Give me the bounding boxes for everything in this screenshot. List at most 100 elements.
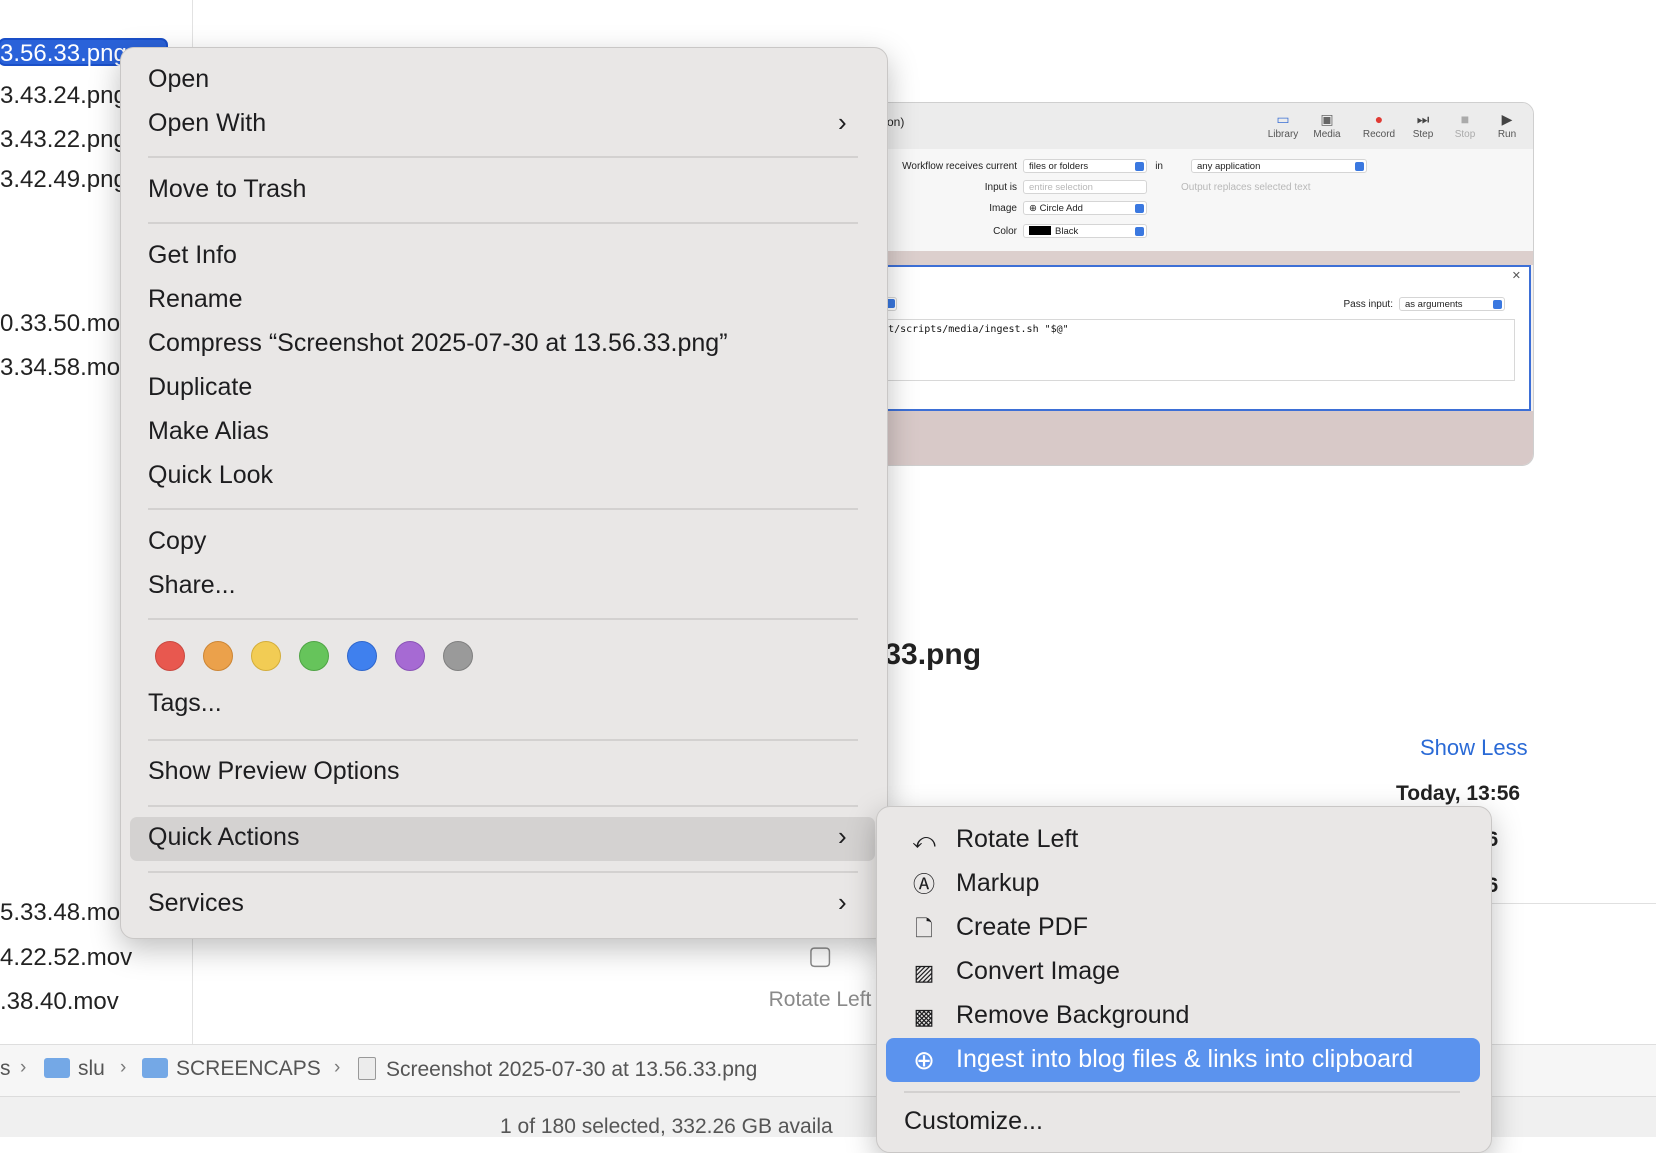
quick-action-convert-image[interactable]: Convert Image [956,957,1120,986]
close-icon: ✕ [1511,270,1521,282]
circle-add-icon: ⊕ [1029,203,1040,214]
workflow-canvas [857,411,1533,465]
file-icon [358,1057,376,1080]
menu-separator [148,156,858,158]
receives-label: Workflow receives current [902,161,1017,172]
script-code: u.net/scripts/media/ingest.sh "$@" [859,319,1515,381]
file-row[interactable]: .38.40.mov [0,984,119,1020]
record-button: ● Record [1359,109,1399,140]
quick-action-ingest[interactable]: Ingest into blog files & links into clip… [956,1045,1413,1074]
menu-item-duplicate[interactable]: Duplicate [148,373,252,402]
tag-green[interactable] [299,641,329,671]
rotate-left-icon: ▢ [807,940,833,970]
application-select: any application [1191,159,1367,173]
remove-background-icon: ▩ [913,1004,935,1029]
preview-thumbnail: on) ▭ Library ▣ Media ● Record ⏭ Step ■ Stop … [856,102,1534,466]
menu-item-get-info[interactable]: Get Info [148,241,237,270]
menu-separator [148,739,858,741]
library-icon: ▭ [1276,111,1290,127]
markup-icon: Ⓐ [912,872,935,897]
menu-item-quick-actions[interactable]: Quick Actions [148,823,299,852]
menu-item-make-alias[interactable]: Make Alias [148,417,269,446]
preview-file-name: .33.png [876,638,982,671]
menu-separator [148,222,858,224]
tag-orange[interactable] [203,641,233,671]
meta-created: Today, 13:56 [1396,782,1521,805]
step-button: ⏭ Step [1403,109,1443,140]
image-label: Image [989,203,1017,214]
menu-item-move-to-trash[interactable]: Move to Trash [148,175,306,204]
input-select: entire selection [1023,180,1147,194]
menu-separator [148,618,858,620]
show-less-link[interactable]: Show Less [1420,735,1528,761]
menu-item-services[interactable]: Services [148,889,244,918]
tag-red[interactable] [155,641,185,671]
menu-item-share[interactable]: Share... [148,571,236,600]
menu-item-rename[interactable]: Rename [148,285,243,314]
select-arrow-icon [1135,162,1144,171]
file-row[interactable]: 3.43.24.png [0,78,127,114]
quick-action-customize[interactable]: Customize... [904,1107,1043,1136]
menu-item-quick-look[interactable]: Quick Look [148,461,273,490]
menu-item-tags[interactable]: Tags... [148,689,222,718]
quick-action-remove-background[interactable]: Remove Background [956,1001,1189,1030]
menu-separator [904,1091,1460,1093]
divider-band [857,251,1533,265]
record-icon: ● [1374,111,1384,127]
menu-item-open-with[interactable]: Open With [148,109,266,138]
tag-blue[interactable] [347,641,377,671]
folder-icon [142,1058,168,1078]
output-replaces-label: Output replaces selected text [1181,182,1311,193]
step-icon: ⏭ [1416,111,1430,127]
rotate-left-button[interactable]: ▢ Rotate Left [760,938,880,1012]
tag-purple[interactable] [395,641,425,671]
select-arrow-icon [1135,204,1144,213]
select-arrow-icon [1493,300,1502,309]
media-icon: ▣ [1320,111,1334,127]
menu-item-show-preview-options[interactable]: Show Preview Options [148,757,400,786]
quick-action-rotate-left[interactable]: Rotate Left [956,825,1078,854]
run-icon: ▶ [1501,111,1513,127]
stop-button: ■ Stop [1445,109,1485,140]
pass-input-select: as arguments [1399,297,1505,311]
chevron-right-icon: › [20,1057,27,1078]
menu-item-open[interactable]: Open [148,65,209,94]
file-row[interactable]: 3.34.58.mov [0,350,132,386]
automator-toolbar: on) ▭ Library ▣ Media ● Record ⏭ Step ■ Stop … [857,103,1533,150]
in-label: in [1155,161,1163,172]
color-label: Color [993,226,1017,237]
menu-item-copy[interactable]: Copy [148,527,206,556]
plus-circle-icon: ⊕ [913,1045,935,1075]
divider [1468,903,1656,904]
chevron-right-icon: › [838,107,847,137]
stop-icon: ■ [1460,111,1470,127]
status-text: 1 of 180 selected, 332.26 GB availa [500,1115,833,1138]
file-row[interactable]: 0.33.50.mov [0,306,132,342]
file-row[interactable]: 3.42.49.png [0,162,127,198]
menu-item-compress[interactable]: Compress “Screenshot 2025-07-30 at 13.56… [148,329,728,358]
tag-gray[interactable] [443,641,473,671]
path-crumb-file[interactable]: Screenshot 2025-07-30 at 13.56.33.png [358,1057,757,1082]
quick-action-create-pdf[interactable]: Create PDF [956,913,1088,942]
chevron-right-icon: › [838,821,847,851]
file-row[interactable]: 5.33.48.mov [0,895,132,931]
file-row[interactable]: 4.22.52.mov [0,940,132,976]
file-row[interactable]: 3.43.22.png [0,122,127,158]
path-crumb[interactable]: s [0,1057,11,1081]
receives-select: files or folders [1023,159,1147,173]
pass-input-label: Pass input: [1343,299,1393,310]
rotate-left-icon: ⤺ [912,828,936,853]
path-crumb-home[interactable]: slu [44,1057,105,1081]
quick-action-markup[interactable]: Markup [956,869,1039,898]
library-button: ▭ Library [1263,109,1303,140]
menu-separator [148,805,858,807]
image-select: ⊕ Circle Add [1023,201,1147,215]
path-crumb-folder[interactable]: SCREENCAPS [142,1057,321,1081]
photos-icon: ▨ [913,960,935,985]
color-swatch [1029,226,1051,235]
tag-yellow[interactable] [251,641,281,671]
chevron-right-icon: › [120,1057,127,1078]
shell-script-action: ✕ Pass input: as arguments u.net/scripts… [857,265,1531,411]
document-icon: 🗋 [915,916,933,941]
select-arrow-icon [1355,162,1364,171]
